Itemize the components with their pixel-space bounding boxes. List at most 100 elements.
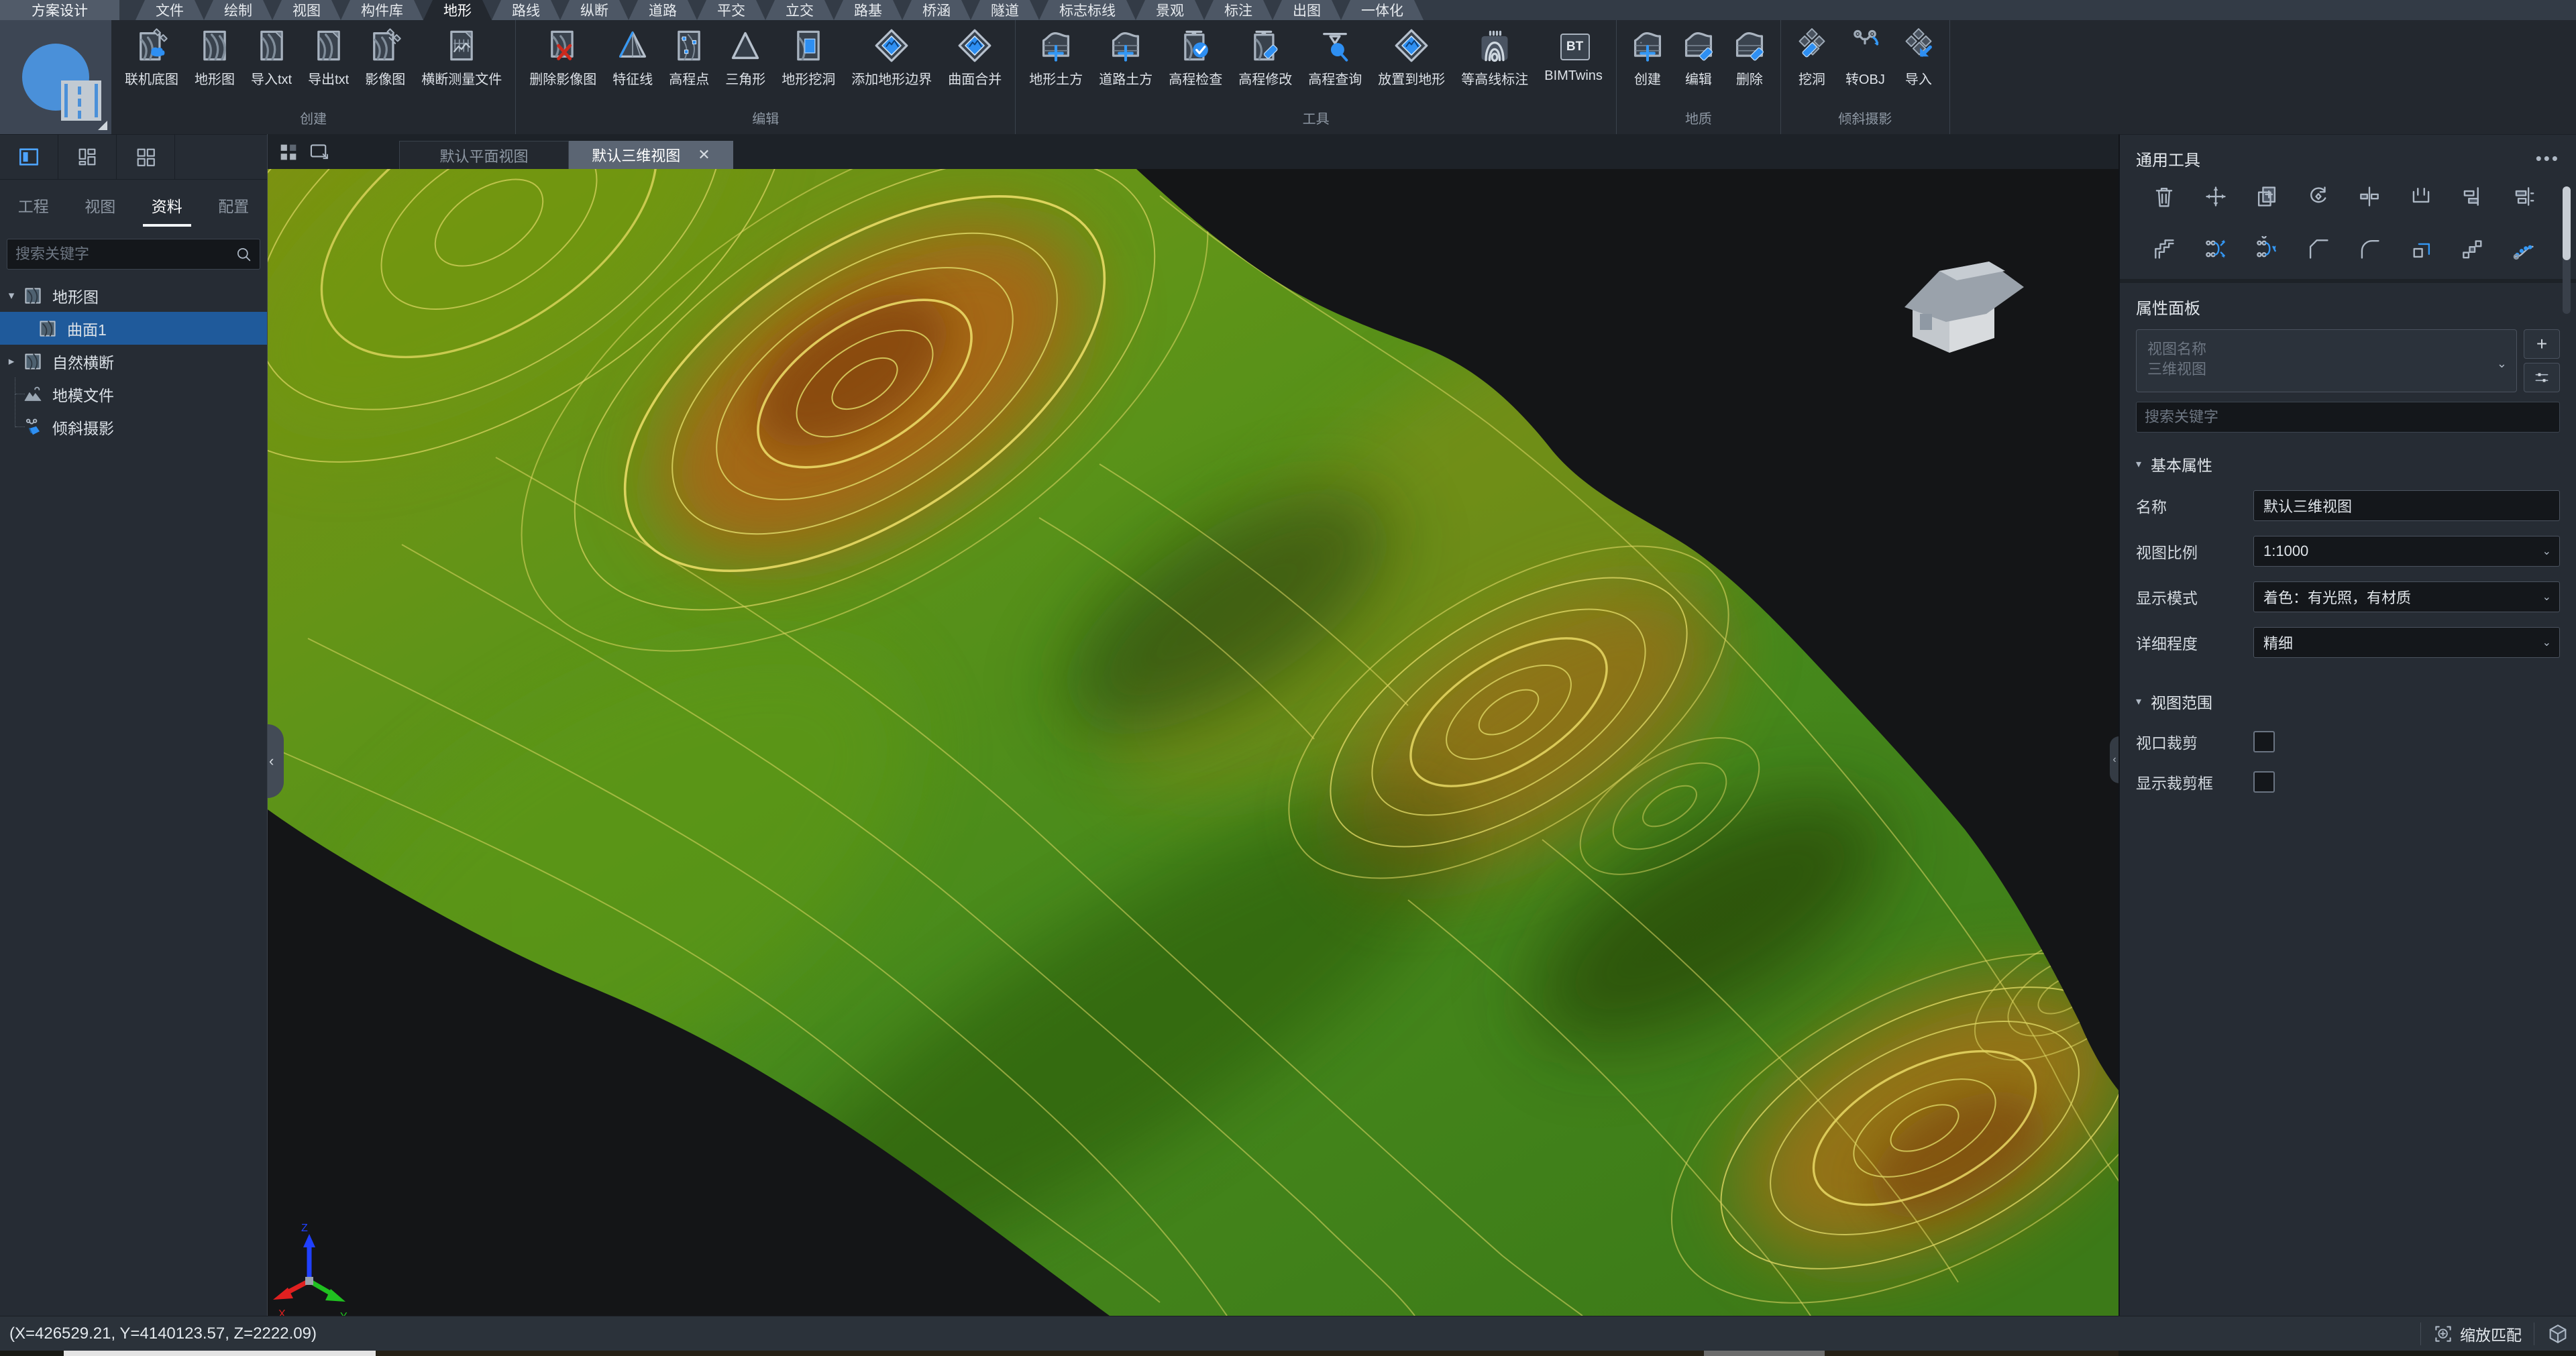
rotate-tool-icon[interactable] [2306,184,2331,209]
tile-views-icon[interactable] [277,141,300,164]
menu-tab-draw[interactable]: 绘制 [204,0,272,20]
spline-tool-icon[interactable] [2511,236,2536,262]
name-input[interactable]: 默认三维视图 [2253,490,2560,521]
ribbon-button-feature-line[interactable]: 特征线 [604,28,661,88]
menu-tab-road[interactable]: 道路 [629,0,697,20]
menu-tab-profile[interactable]: 纵断 [560,0,629,20]
ribbon-button-terrain-hole[interactable]: 地形挖洞 [773,28,843,88]
copy-tool-icon[interactable] [2254,184,2279,209]
layout-columns-button[interactable] [0,135,58,179]
ribbon-button-terrain-earthwork[interactable]: 地形土方 [1021,28,1091,88]
ribbon-button-to-obj[interactable]: 转OBJ [1837,28,1893,88]
view-scale-select[interactable]: 1:1000⌄ [2253,536,2560,567]
ribbon-button-triangle[interactable]: 三角形 [717,28,773,88]
ribbon-button-elevation-point[interactable]: 高程点 [661,28,717,88]
app-logo-block[interactable] [0,20,111,134]
search-icon[interactable] [234,245,253,264]
menu-tab-plot[interactable]: 出图 [1273,0,1341,20]
menu-tab-integration[interactable]: 一体化 [1341,0,1424,20]
properties-search-input[interactable] [2137,408,2559,426]
chevron-down-icon[interactable]: ▾ [0,289,23,302]
ribbon-button-geology-delete[interactable]: 删除 [1724,28,1775,88]
ribbon-button-elevation-modify[interactable]: 高程修改 [1230,28,1300,88]
ribbon-button-geology-edit[interactable]: 编辑 [1673,28,1724,88]
collapse-right-panel-handle[interactable]: ‹ [2110,736,2119,783]
ribbon-button-add-terrain-boundary[interactable]: 添加地形边界 [843,28,940,88]
curve-lower-tool-icon[interactable] [2254,236,2279,262]
close-tab-icon[interactable]: ✕ [698,146,710,164]
ribbon-button-bimtwins[interactable]: BT BIMTwins [1536,28,1611,84]
chevron-right-icon[interactable]: ▸ [0,355,23,368]
sidebar-tab-project[interactable]: 工程 [0,180,67,231]
ribbon-button-place-on-terrain[interactable]: 放置到地形 [1370,28,1453,88]
ribbon-button-contour-label[interactable]: 等高线标注 [1453,28,1536,88]
tree-item-terrain-map[interactable]: ▾ 地形图 [0,279,267,312]
ribbon-button-cross-section-file[interactable]: 横断测量文件 [413,28,510,88]
menu-tab-file[interactable]: 文件 [136,0,204,20]
sidebar-tab-data[interactable]: 资料 [133,180,201,231]
menu-tab-annotation[interactable]: 标注 [1204,0,1273,20]
view-cube-toggle-icon[interactable] [2546,1322,2569,1345]
3d-canvas[interactable]: X Y Z ‹ ‹ [268,169,2119,1316]
layout-grid-button[interactable] [117,135,175,179]
sidebar-search-input[interactable] [7,245,260,263]
delete-tool-icon[interactable] [2151,184,2177,209]
extend-tool-icon[interactable] [2408,184,2434,209]
trim-tool-icon[interactable] [2357,184,2382,209]
show-crop-box-checkbox[interactable] [2253,771,2275,793]
viewport[interactable]: 默认平面视图 默认三维视图 ✕ [267,134,2119,1316]
menu-tab-landscape[interactable]: 景观 [1136,0,1204,20]
move-tool-icon[interactable] [2203,184,2229,209]
tools-scrollbar[interactable] [2563,186,2571,314]
tab-default-3d-view[interactable]: 默认三维视图 ✕ [569,141,733,169]
detail-level-select[interactable]: 精细⌄ [2253,627,2560,658]
app-menu-button[interactable]: 方案设计 [0,0,119,20]
tree-item-natural-cross-section[interactable]: ▸ 自然横断 [0,345,267,378]
scale-tool-icon[interactable] [2408,236,2434,262]
ribbon-button-oblique-dig[interactable]: 挖洞 [1786,28,1837,88]
tree-item-surface1[interactable]: 曲面1 [0,312,267,345]
layout-panes-button[interactable] [58,135,117,179]
display-mode-select[interactable]: 着色：有光照，有材质⌄ [2253,581,2560,612]
ribbon-button-delete-image[interactable]: 删除影像图 [521,28,604,88]
menu-tab-bridge[interactable]: 桥涵 [902,0,971,20]
more-options-icon[interactable]: ••• [2536,148,2560,169]
array-tool-icon[interactable] [2459,236,2485,262]
ribbon-button-image-map[interactable]: 影像图 [357,28,413,88]
menu-tab-route[interactable]: 路线 [492,0,560,20]
add-view-button[interactable]: + [2524,329,2560,359]
collapse-left-panel-handle[interactable]: ‹ [268,724,284,798]
menu-tab-view[interactable]: 视图 [272,0,341,20]
ribbon-button-export-txt[interactable]: 导出txt [300,28,357,88]
tab-default-plan-view[interactable]: 默认平面视图 [399,141,569,169]
ribbon-button-surface-merge[interactable]: 曲面合并 [940,28,1010,88]
view-selector-combobox[interactable]: 视图名称 三维视图 ⌄ [2136,329,2517,392]
fillet-tool-icon[interactable] [2357,236,2382,262]
ribbon-button-elevation-check[interactable]: 高程检查 [1161,28,1230,88]
ribbon-button-import-txt[interactable]: 导入txt [243,28,300,88]
tree-item-terrain-model-file[interactable]: 地模文件 [0,378,267,410]
basic-properties-header[interactable]: ▾ 基本属性 [2136,453,2560,475]
align-end-tool-icon[interactable] [2459,184,2485,209]
ribbon-button-online-basemap[interactable]: 联机底图 [117,28,186,88]
menu-tab-library[interactable]: 构件库 [341,0,423,20]
menu-tab-subgrade[interactable]: 路基 [834,0,902,20]
view-range-header[interactable]: ▾ 视图范围 [2136,690,2560,713]
menu-tab-tunnel[interactable]: 隧道 [971,0,1039,20]
ribbon-button-oblique-import[interactable]: 导入 [1893,28,1944,88]
menu-tab-interchange[interactable]: 立交 [765,0,834,20]
offset-tool-icon[interactable] [2151,236,2177,262]
chamfer-tool-icon[interactable] [2306,236,2331,262]
align-mid-tool-icon[interactable] [2511,184,2536,209]
new-view-window-icon[interactable] [308,141,331,164]
menu-tab-at-grade[interactable]: 平交 [697,0,765,20]
ribbon-button-road-earthwork[interactable]: 道路土方 [1091,28,1161,88]
ribbon-button-elevation-query[interactable]: 高程查询 [1300,28,1370,88]
menu-tab-terrain[interactable]: 地形 [423,0,492,20]
sidebar-tab-config[interactable]: 配置 [201,180,268,231]
menu-tab-signs[interactable]: 标志标线 [1039,0,1136,20]
view-settings-button[interactable] [2524,363,2560,392]
viewport-crop-checkbox[interactable] [2253,731,2275,752]
zoom-fit-button[interactable]: 缩放匹配 [2433,1322,2522,1345]
sidebar-tab-views[interactable]: 视图 [67,180,134,231]
